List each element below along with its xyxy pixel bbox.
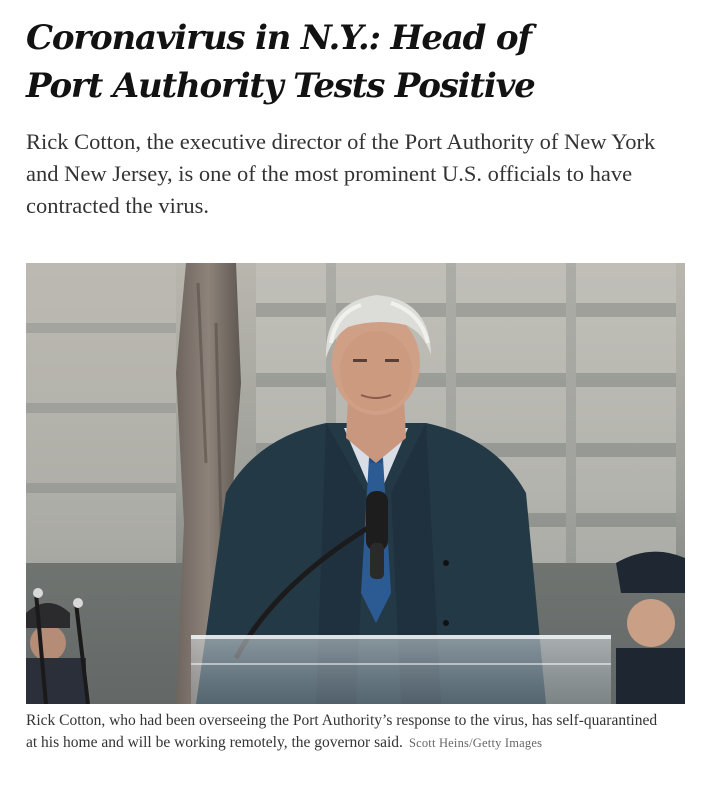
bg-person-right xyxy=(627,599,675,647)
headline-line-1: Coronavirus in N.Y.: Head of xyxy=(26,18,532,58)
caption-text: Rick Cotton, who had been overseeing the… xyxy=(26,712,658,751)
lead-photo xyxy=(26,263,685,704)
summary: Rick Cotton, the executive director of t… xyxy=(26,129,656,218)
photo-credit: Scott Heins/Getty Images xyxy=(408,736,543,750)
photo-illustration xyxy=(26,263,685,704)
headline: Coronavirus in N.Y.: Head of Port Author… xyxy=(26,0,586,110)
photo-caption: Rick Cotton, who had been overseeing the… xyxy=(26,710,666,754)
article: Coronavirus in N.Y.: Head of Port Author… xyxy=(26,0,696,222)
headline-line-2: Port Authority Tests Positive xyxy=(26,66,536,106)
podium xyxy=(191,635,611,704)
